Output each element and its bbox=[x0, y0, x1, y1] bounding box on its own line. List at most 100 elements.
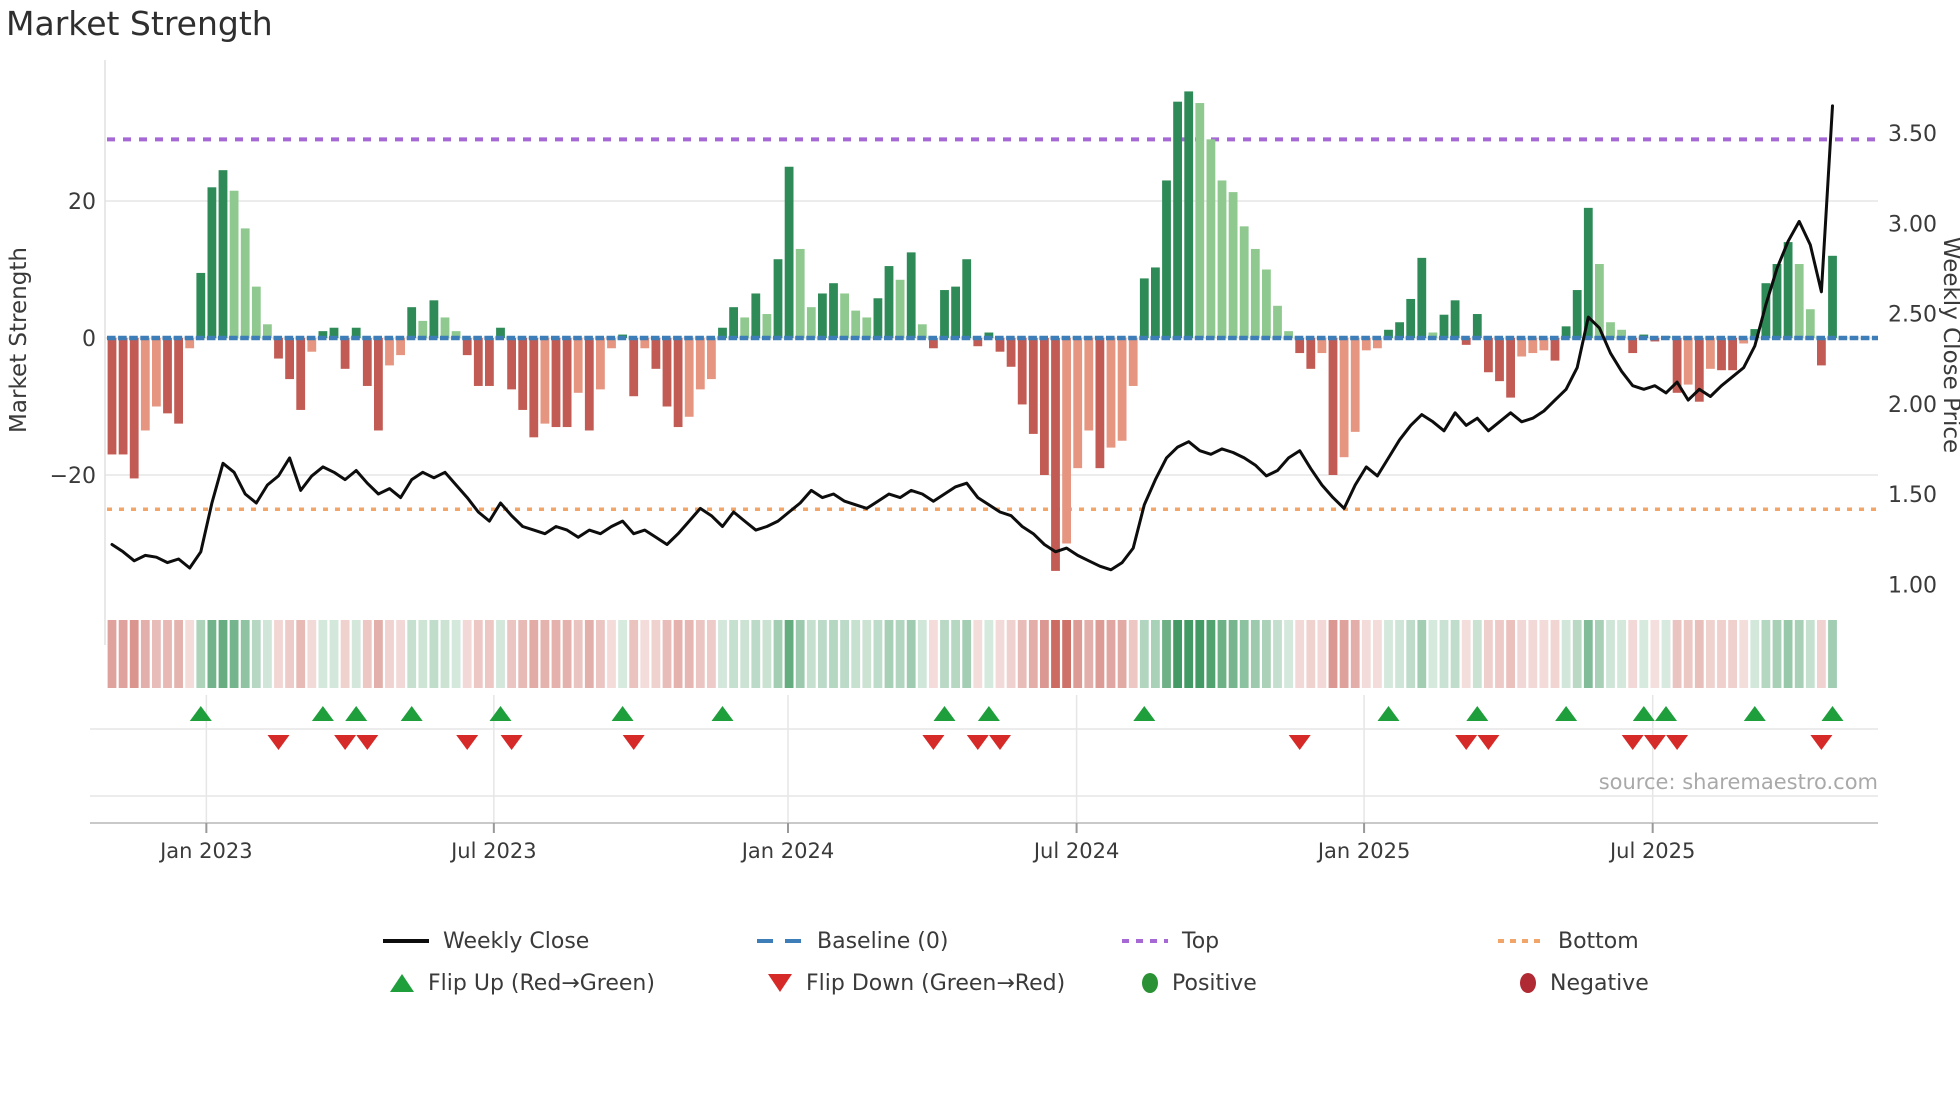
flip-down-marker bbox=[622, 735, 645, 750]
heatmap-cell bbox=[973, 620, 983, 688]
strength-bar bbox=[285, 338, 294, 380]
positive-dot-icon bbox=[1142, 973, 1158, 993]
heatmap-cell bbox=[218, 620, 228, 688]
heatmap-cell bbox=[1117, 620, 1127, 688]
legend-item-positive[interactable]: Positive bbox=[1142, 968, 1257, 998]
heatmap-cell bbox=[118, 620, 128, 688]
heatmap-cell bbox=[1672, 620, 1682, 688]
strength-bar bbox=[1328, 338, 1338, 475]
heatmap-strip bbox=[107, 620, 1837, 688]
heatmap-cell bbox=[240, 620, 250, 688]
heatmap-cell bbox=[1550, 620, 1560, 688]
x-axis-tick-label: Jan 2025 bbox=[1316, 839, 1411, 863]
strength-bar bbox=[1162, 180, 1171, 338]
heatmap-cell bbox=[1717, 620, 1726, 688]
strength-bar bbox=[374, 338, 383, 431]
legend-item-weekly-close[interactable]: Weekly Close bbox=[383, 926, 589, 956]
heatmap-cell bbox=[1728, 620, 1737, 688]
strength-bar bbox=[507, 338, 516, 390]
strength-bar bbox=[1106, 338, 1116, 448]
heatmap-cell bbox=[1739, 620, 1749, 688]
heatmap-cell bbox=[1572, 620, 1582, 688]
heatmap-cell bbox=[1495, 620, 1504, 688]
strength-bar bbox=[218, 170, 228, 338]
heatmap-cell bbox=[873, 620, 883, 688]
market-strength-chart[interactable]: 20 0 −20 3.50 3.00 2.50 2.00 1.50 1.00 Jan 2023 Ju… bbox=[0, 0, 1960, 1102]
heatmap-cell bbox=[1539, 620, 1549, 688]
strength-bar bbox=[1683, 338, 1693, 385]
heatmap-cell bbox=[818, 620, 827, 688]
strength-bar bbox=[407, 307, 417, 338]
strength-bar bbox=[884, 266, 894, 338]
strength-bar bbox=[1506, 338, 1515, 398]
strength-bar bbox=[1450, 300, 1460, 338]
strength-bar bbox=[1273, 305, 1282, 338]
legend-item-bottom[interactable]: Bottom bbox=[1498, 926, 1639, 956]
heatmap-cell bbox=[451, 620, 461, 688]
legend-item-top[interactable]: Top bbox=[1122, 926, 1219, 956]
flip-up-marker bbox=[1377, 706, 1400, 721]
heatmap-cell bbox=[1028, 620, 1038, 688]
legend-label: Negative bbox=[1550, 970, 1649, 996]
legend-item-flip-up[interactable]: Flip Up (Red→Green) bbox=[390, 968, 655, 998]
strength-bar bbox=[1728, 338, 1737, 371]
strength-bar bbox=[1395, 322, 1404, 338]
heatmap-cell bbox=[773, 620, 783, 688]
legend-label: Weekly Close bbox=[443, 928, 590, 954]
heatmap-cell bbox=[851, 620, 861, 688]
heatmap-cell bbox=[1561, 620, 1571, 688]
heatmap-cell bbox=[740, 620, 750, 688]
strength-bar bbox=[1606, 322, 1615, 338]
heatmap-cell bbox=[1817, 620, 1826, 688]
strength-bar bbox=[629, 338, 639, 397]
strength-bar bbox=[1173, 101, 1182, 338]
strength-bar bbox=[1195, 103, 1205, 338]
strength-bar bbox=[152, 338, 161, 407]
heatmap-cell bbox=[551, 620, 561, 688]
heatmap-cell bbox=[1506, 620, 1515, 688]
heatmap-cell bbox=[1484, 620, 1493, 688]
heatmap-cell bbox=[596, 620, 605, 688]
flip-down-marker bbox=[1810, 735, 1833, 750]
strength-bar bbox=[684, 338, 694, 417]
heatmap-cell bbox=[1595, 620, 1604, 688]
strength-bar bbox=[895, 279, 905, 338]
strength-bar bbox=[751, 293, 761, 338]
strength-bar bbox=[207, 187, 217, 338]
flip-up-marker bbox=[1632, 706, 1655, 721]
strength-bar bbox=[540, 338, 550, 424]
strength-bar bbox=[473, 338, 483, 386]
heatmap-cell bbox=[1295, 620, 1305, 688]
heatmap-cell bbox=[1317, 620, 1327, 688]
heatmap-cell bbox=[307, 620, 317, 688]
legend-item-negative[interactable]: Negative bbox=[1520, 968, 1649, 998]
strength-bar bbox=[1128, 338, 1138, 386]
heatmap-cell bbox=[695, 620, 705, 688]
heatmap-cell bbox=[984, 620, 994, 688]
flip-down-marker bbox=[356, 735, 379, 750]
strength-bar bbox=[1295, 338, 1305, 354]
strength-bar bbox=[129, 338, 139, 479]
top-dotted-line-icon bbox=[1122, 939, 1168, 943]
heatmap-cell bbox=[962, 620, 972, 688]
legend-item-flip-down[interactable]: Flip Down (Green→Red) bbox=[768, 968, 1065, 998]
flip-down-marker bbox=[1288, 735, 1311, 750]
flip-down-marker bbox=[334, 735, 357, 750]
right-axis-tick-label: 3.50 bbox=[1888, 122, 1937, 147]
heatmap-cell bbox=[1106, 620, 1116, 688]
heatmap-cell bbox=[1262, 620, 1271, 688]
heatmap-cell bbox=[718, 620, 727, 688]
right-axis-tick-label: 3.00 bbox=[1888, 212, 1937, 237]
strength-bar bbox=[1517, 338, 1527, 357]
strength-bar bbox=[140, 338, 150, 431]
legend-item-baseline[interactable]: Baseline (0) bbox=[757, 926, 948, 956]
heatmap-cell bbox=[1073, 620, 1083, 688]
right-axis-tick-label: 2.00 bbox=[1888, 393, 1937, 418]
flip-up-marker bbox=[489, 706, 512, 721]
strength-bar bbox=[784, 166, 794, 338]
baseline-dash-icon bbox=[757, 939, 803, 943]
strength-bar bbox=[551, 338, 561, 428]
heatmap-cell bbox=[1472, 620, 1482, 688]
strength-bar bbox=[1484, 338, 1493, 373]
strength-bar bbox=[729, 307, 738, 338]
